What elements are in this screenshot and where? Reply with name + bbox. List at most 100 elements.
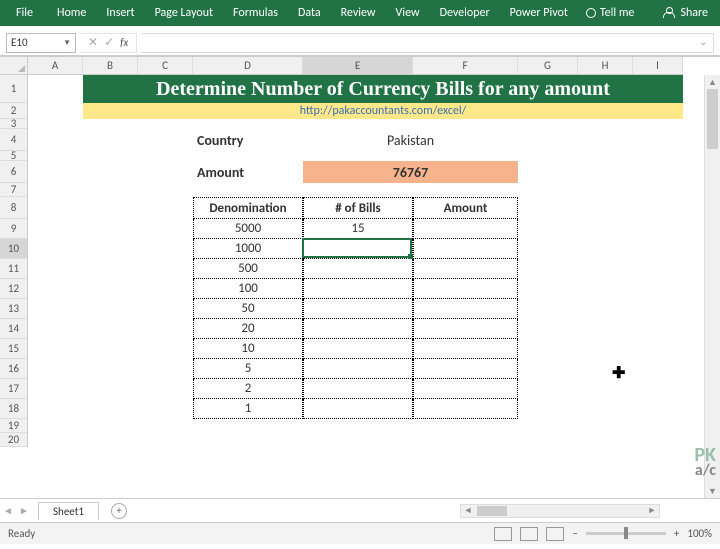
horizontal-scrollbar[interactable]: ◄ ► xyxy=(460,504,660,518)
country-value[interactable]: Pakistan xyxy=(303,129,518,151)
col-header-I[interactable]: I xyxy=(633,57,683,74)
bills-1[interactable] xyxy=(303,239,413,259)
tab-page-layout[interactable]: Page Layout xyxy=(145,0,223,26)
bills-0[interactable]: 15 xyxy=(303,219,413,239)
row-header-14[interactable]: 14 xyxy=(0,319,27,339)
amt-4[interactable] xyxy=(413,299,518,319)
col-header-C[interactable]: C xyxy=(138,57,193,74)
enter-icon[interactable]: ✓ xyxy=(104,35,114,50)
tbl-header-bills[interactable]: # of Bills xyxy=(303,197,413,219)
col-header-D[interactable]: D xyxy=(193,57,303,74)
row-header-8[interactable]: 8 xyxy=(0,197,27,219)
tab-developer[interactable]: Developer xyxy=(430,0,500,26)
country-label[interactable]: Country xyxy=(193,129,303,151)
denom-6[interactable]: 10 xyxy=(193,339,303,359)
tab-insert[interactable]: Insert xyxy=(96,0,144,26)
tab-home[interactable]: Home xyxy=(47,0,96,26)
amt-3[interactable] xyxy=(413,279,518,299)
row-header-19[interactable]: 19 xyxy=(0,419,27,433)
hscroll-left-icon[interactable]: ◄ xyxy=(461,505,475,516)
col-header-H[interactable]: H xyxy=(578,57,633,74)
col-header-G[interactable]: G xyxy=(518,57,578,74)
amt-1[interactable] xyxy=(413,239,518,259)
chevron-down-icon[interactable]: ▼ xyxy=(63,38,71,48)
row-header-15[interactable]: 15 xyxy=(0,339,27,359)
col-header-F[interactable]: F xyxy=(413,57,518,74)
zoom-out-button[interactable]: − xyxy=(572,527,577,540)
share-button[interactable]: Share xyxy=(654,0,718,26)
denom-5[interactable]: 20 xyxy=(193,319,303,339)
denom-4[interactable]: 50 xyxy=(193,299,303,319)
name-box[interactable]: E10▼ xyxy=(6,33,76,53)
zoom-slider[interactable] xyxy=(586,532,666,535)
view-normal-icon[interactable] xyxy=(494,527,512,541)
zoom-value[interactable]: 100% xyxy=(687,527,712,540)
row-header-4[interactable]: 4 xyxy=(0,129,27,151)
scroll-down-icon[interactable]: ▼ xyxy=(705,484,720,498)
tab-file[interactable]: File xyxy=(2,0,47,26)
row-header-1[interactable]: 1 xyxy=(0,75,27,103)
col-header-B[interactable]: B xyxy=(83,57,138,74)
amount-label[interactable]: Amount xyxy=(193,161,303,183)
tbl-header-denom[interactable]: Denomination xyxy=(193,197,303,219)
tell-me[interactable]: Tell me xyxy=(578,6,643,20)
col-header-A[interactable]: A xyxy=(28,57,83,74)
denom-8[interactable]: 2 xyxy=(193,379,303,399)
tbl-header-amount[interactable]: Amount xyxy=(413,197,518,219)
amt-8[interactable] xyxy=(413,379,518,399)
col-header-E[interactable]: E xyxy=(303,57,413,74)
scroll-up-icon[interactable]: ▲ xyxy=(705,75,720,89)
sheet-nav-next[interactable]: ► xyxy=(16,504,32,517)
hscroll-thumb[interactable] xyxy=(477,506,507,516)
tab-view[interactable]: View xyxy=(386,0,430,26)
bills-7[interactable] xyxy=(303,359,413,379)
row-header-13[interactable]: 13 xyxy=(0,299,27,319)
bills-5[interactable] xyxy=(303,319,413,339)
zoom-slider-thumb[interactable] xyxy=(624,527,628,539)
row-header-7[interactable]: 7 xyxy=(0,183,27,197)
view-page-break-icon[interactable] xyxy=(546,527,564,541)
sheet-tab-1[interactable]: Sheet1 xyxy=(38,502,99,520)
denom-9[interactable]: 1 xyxy=(193,399,303,419)
tab-review[interactable]: Review xyxy=(331,0,386,26)
row-header-11[interactable]: 11 xyxy=(0,259,27,279)
view-page-layout-icon[interactable] xyxy=(520,527,538,541)
denom-0[interactable]: 5000 xyxy=(193,219,303,239)
bills-6[interactable] xyxy=(303,339,413,359)
fx-icon[interactable]: fx xyxy=(120,36,128,49)
row-header-20[interactable]: 20 xyxy=(0,433,27,447)
denom-2[interactable]: 500 xyxy=(193,259,303,279)
tab-power-pivot[interactable]: Power Pivot xyxy=(500,0,578,26)
amt-5[interactable] xyxy=(413,319,518,339)
row-header-3[interactable]: 3 xyxy=(0,119,27,129)
bills-9[interactable] xyxy=(303,399,413,419)
amt-2[interactable] xyxy=(413,259,518,279)
amt-0[interactable] xyxy=(413,219,518,239)
bills-2[interactable] xyxy=(303,259,413,279)
link-cell[interactable]: http://pakaccountants.com/excel/ xyxy=(83,103,683,119)
denom-3[interactable]: 100 xyxy=(193,279,303,299)
hscroll-right-icon[interactable]: ► xyxy=(645,505,659,516)
row-header-17[interactable]: 17 xyxy=(0,379,27,399)
amt-6[interactable] xyxy=(413,339,518,359)
tab-data[interactable]: Data xyxy=(288,0,331,26)
title-cell[interactable]: Determine Number of Currency Bills for a… xyxy=(83,75,683,103)
row-header-12[interactable]: 12 xyxy=(0,279,27,299)
zoom-in-button[interactable]: + xyxy=(674,527,679,540)
bills-4[interactable] xyxy=(303,299,413,319)
denom-7[interactable]: 5 xyxy=(193,359,303,379)
row-header-18[interactable]: 18 xyxy=(0,399,27,419)
row-header-10[interactable]: 10 xyxy=(0,239,27,259)
sheet-nav-prev[interactable]: ◄ xyxy=(0,504,16,517)
row-header-6[interactable]: 6 xyxy=(0,161,27,183)
amt-9[interactable] xyxy=(413,399,518,419)
vertical-scrollbar[interactable]: ▲ ▼ xyxy=(704,75,720,498)
row-header-16[interactable]: 16 xyxy=(0,359,27,379)
amount-value[interactable]: 76767 xyxy=(303,161,518,183)
tab-formulas[interactable]: Formulas xyxy=(223,0,288,26)
row-header-9[interactable]: 9 xyxy=(0,219,27,239)
bills-8[interactable] xyxy=(303,379,413,399)
bills-3[interactable] xyxy=(303,279,413,299)
cancel-icon[interactable]: ✕ xyxy=(88,35,98,50)
select-all-triangle[interactable] xyxy=(0,57,28,75)
